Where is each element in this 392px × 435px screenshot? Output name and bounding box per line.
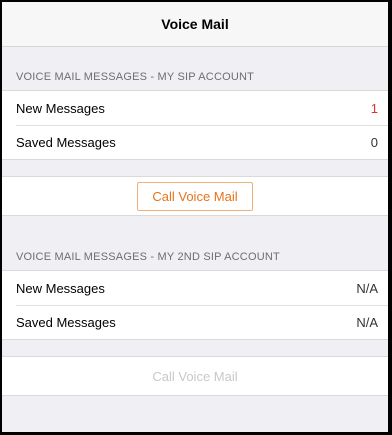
saved-messages-count: 0 <box>370 134 378 150</box>
saved-messages-row[interactable]: Saved Messages N/A <box>2 305 388 339</box>
new-messages-row[interactable]: New Messages N/A <box>2 271 388 305</box>
section-header-sip-account: VOICE MAIL MESSAGES - MY SIP ACCOUNT <box>16 71 255 83</box>
new-messages-count: 1 <box>370 100 378 116</box>
call-voice-mail-cell: Call Voice Mail <box>2 176 388 216</box>
saved-messages-row[interactable]: Saved Messages 0 <box>2 125 388 159</box>
messages-group-sip-account: New Messages 1 Saved Messages 0 <box>2 90 388 160</box>
new-messages-row[interactable]: New Messages 1 <box>2 91 388 125</box>
new-messages-count: N/A <box>356 280 378 296</box>
section-header-2nd-sip-account: VOICE MAIL MESSAGES - MY 2ND SIP ACCOUNT <box>16 251 280 263</box>
call-voice-mail-button[interactable]: Call Voice Mail <box>137 181 253 211</box>
saved-messages-count: N/A <box>356 314 378 330</box>
call-voice-mail-cell-2: Call Voice Mail <box>2 356 388 396</box>
messages-group-2nd-sip-account: New Messages N/A Saved Messages N/A <box>2 270 388 340</box>
saved-messages-label: Saved Messages <box>16 134 116 150</box>
page-title: Voice Mail <box>161 16 229 32</box>
voice-mail-screen: Voice Mail VOICE MAIL MESSAGES - MY SIP … <box>2 2 388 432</box>
new-messages-label: New Messages <box>16 100 105 116</box>
call-voice-mail-button-disabled[interactable]: Call Voice Mail <box>137 361 253 391</box>
navigation-bar: Voice Mail <box>2 2 388 47</box>
saved-messages-label: Saved Messages <box>16 314 116 330</box>
new-messages-label: New Messages <box>16 280 105 296</box>
